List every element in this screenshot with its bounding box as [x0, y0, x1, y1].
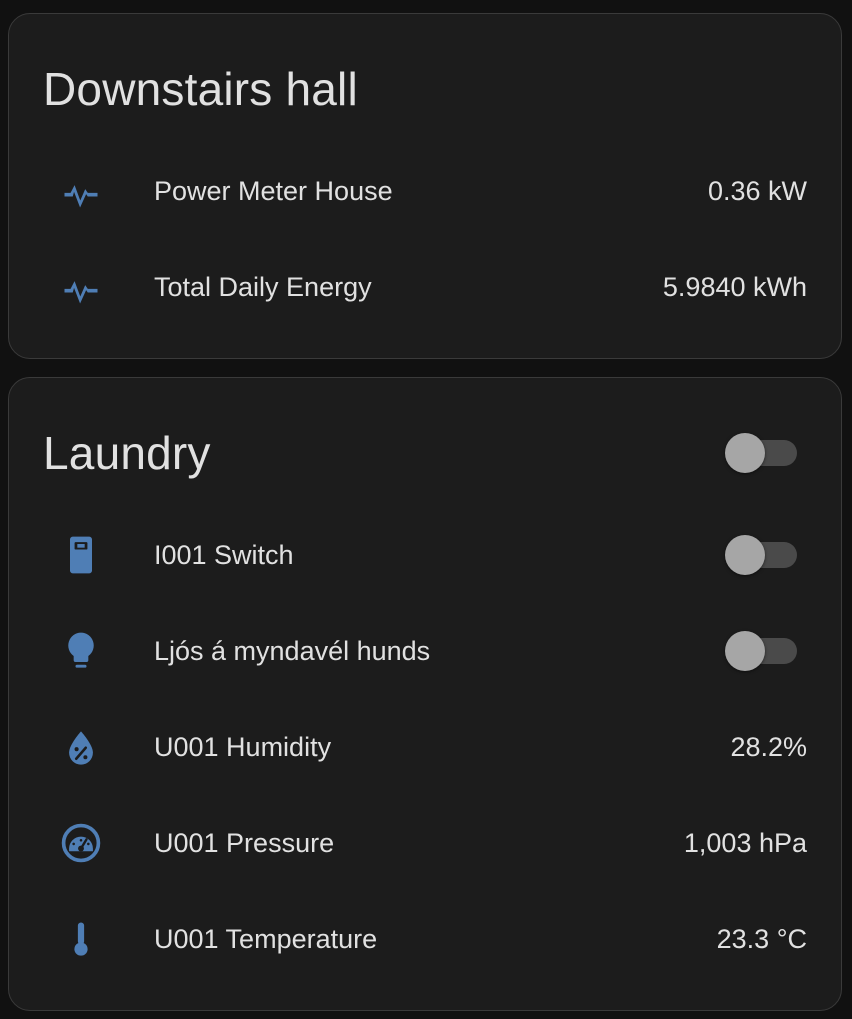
card-title: Laundry [43, 427, 211, 479]
pulse-icon [59, 265, 103, 309]
entity-label: U001 Temperature [154, 924, 378, 954]
entity-value: 0.36 kW [707, 176, 807, 206]
gauge-icon [59, 821, 103, 865]
i001-switch-toggle[interactable] [725, 535, 799, 575]
pulse-icon [59, 169, 103, 213]
entity-value: 23.3 °C [716, 924, 807, 954]
entity-row-total-daily-energy[interactable]: Total Daily Energy 5.9840 kWh [9, 239, 841, 335]
entity-label: Ljós á myndavél hunds [154, 636, 431, 666]
entity-label: I001 Switch [154, 540, 294, 570]
entity-value: 28.2% [730, 732, 807, 762]
entity-label: Total Daily Energy [154, 272, 372, 302]
thermometer-icon [59, 917, 103, 961]
entity-label: Power Meter House [154, 176, 393, 206]
entity-row-humidity[interactable]: U001 Humidity 28.2% [9, 699, 841, 795]
humidity-icon [59, 725, 103, 769]
entity-row-power-meter[interactable]: Power Meter House 0.36 kW [9, 143, 841, 239]
toggle-thumb [725, 631, 765, 671]
switch-icon [59, 533, 103, 577]
entity-value: 1,003 hPa [683, 828, 807, 858]
laundry-group-toggle[interactable] [725, 433, 799, 473]
entity-row-light[interactable]: Ljós á myndavél hunds [9, 603, 841, 699]
light-toggle[interactable] [725, 631, 799, 671]
entity-row-pressure[interactable]: U001 Pressure 1,003 hPa [9, 795, 841, 891]
downstairs-hall-card: Downstairs hall Power Meter House 0.36 k… [8, 13, 842, 359]
entity-label: U001 Pressure [154, 828, 335, 858]
toggle-thumb [725, 433, 765, 473]
lightbulb-icon [59, 629, 103, 673]
toggle-thumb [725, 535, 765, 575]
entity-row-temperature[interactable]: U001 Temperature 23.3 °C [9, 891, 841, 987]
entity-value: 5.9840 kWh [662, 272, 807, 302]
entity-row-i001-switch[interactable]: I001 Switch [9, 507, 841, 603]
laundry-card: Laundry I001 Switch Ljós á myndavél hund… [8, 377, 842, 1011]
card-title: Downstairs hall [43, 63, 358, 115]
entity-label: U001 Humidity [154, 732, 332, 762]
